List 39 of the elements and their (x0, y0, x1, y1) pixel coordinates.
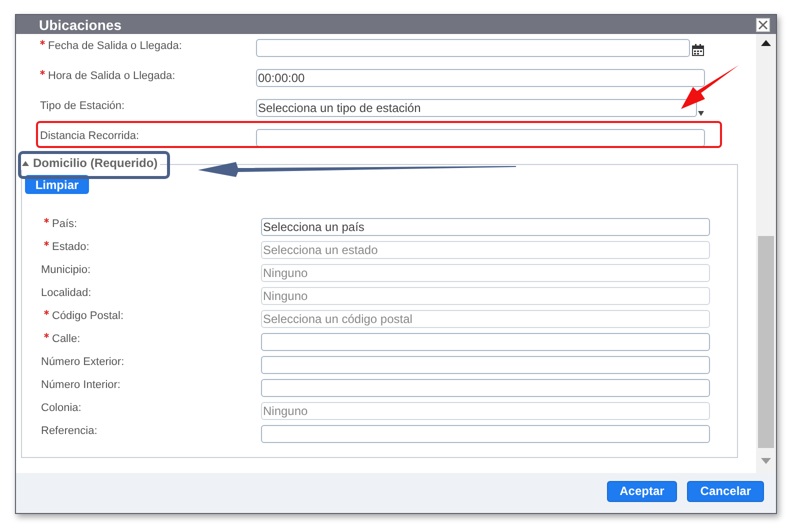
date-field[interactable] (256, 39, 690, 57)
label-text: País: (52, 218, 78, 230)
label-text: Localidad: (41, 287, 92, 299)
label-text: Número Exterior: (41, 356, 124, 368)
scroll-up-icon[interactable] (761, 40, 771, 46)
label-text: Fecha de Salida o Llegada: (48, 40, 182, 52)
select-field[interactable] (261, 333, 710, 351)
label-text: Estado: (52, 241, 90, 253)
required-icon (40, 40, 45, 45)
required-icon (44, 333, 49, 338)
scroll-down-icon[interactable] (761, 458, 771, 464)
select-field[interactable] (261, 379, 710, 397)
required-icon (44, 241, 49, 246)
collapse-icon[interactable] (22, 160, 29, 166)
select-field[interactable] (261, 356, 710, 374)
select-field[interactable] (261, 425, 710, 443)
required-icon (44, 310, 49, 315)
select-field[interactable]: Selecciona un país (261, 218, 710, 236)
calendar-icon[interactable] (692, 44, 704, 56)
label-text: Distancia Recorrida: (40, 130, 140, 142)
label-text: Hora de Salida o Llegada: (48, 70, 176, 82)
close-button[interactable] (756, 18, 770, 32)
input-field[interactable]: 00:00:00 (256, 69, 705, 87)
input-field[interactable] (256, 129, 705, 147)
required-icon (40, 70, 45, 75)
label-text: Tipo de Estación: (40, 100, 125, 112)
label-text: Municipio: (41, 264, 91, 276)
select-field[interactable]: Selecciona un tipo de estación (256, 99, 697, 117)
scrollbar[interactable] (756, 34, 776, 473)
label-text: Número Interior: (41, 379, 120, 391)
required-icon (44, 218, 49, 223)
label-text: Calle: (52, 333, 80, 345)
label-text: Referencia: (41, 425, 98, 437)
dropdown-arrow-icon[interactable] (697, 111, 705, 116)
accept-button[interactable]: Aceptar (606, 480, 678, 502)
label-text: Código Postal: (52, 310, 124, 322)
label-text: Colonia: (41, 402, 82, 414)
window-title: Ubicaciones (39, 16, 122, 32)
cancel-button[interactable]: Cancelar (687, 480, 764, 502)
